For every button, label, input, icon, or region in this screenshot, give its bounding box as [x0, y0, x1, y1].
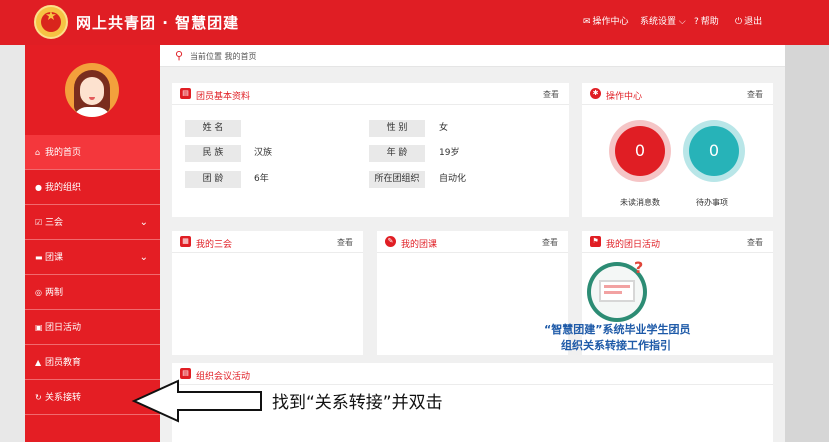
- youth-league-emblem-icon: ★: [34, 5, 68, 39]
- todo-widget[interactable]: 0: [683, 120, 745, 182]
- sidebar-item-label: 三会: [45, 218, 64, 228]
- left-arrow-annotation: [131, 379, 262, 423]
- group-icon: ●: [35, 183, 42, 192]
- three-meetings-header: ▦ 我的三会 查看: [172, 231, 363, 253]
- refresh-icon: ↻: [35, 393, 42, 402]
- instruction-annotation: 找到“关系转接”并双击: [272, 393, 443, 413]
- sidebar-item-label: 关系接转: [45, 393, 82, 403]
- sidebar-item-two-systems[interactable]: ◎ 两制: [25, 275, 160, 310]
- panel-title: 团员基本资料: [196, 92, 251, 102]
- sidebar-item-label: 两制: [45, 288, 64, 298]
- profile-view-link[interactable]: 查看: [543, 89, 559, 100]
- id-card-icon: ▤: [180, 88, 191, 99]
- unread-count: 0: [615, 126, 665, 176]
- field-label-league-age: 团 龄: [185, 171, 241, 188]
- pencil-icon: ✎: [385, 236, 396, 247]
- sidebar-item-label: 团日活动: [45, 323, 82, 333]
- field-value-league-age: 6年: [254, 174, 269, 184]
- app-title: 网上共青团 · 智慧团建: [76, 14, 240, 32]
- field-label-name: 姓 名: [185, 120, 241, 137]
- league-class-view-link[interactable]: 查看: [542, 237, 558, 248]
- sidebar-item-member-education[interactable]: ▲ 团员教育: [25, 345, 160, 380]
- panel-title: 我的团课: [401, 240, 438, 250]
- avatar[interactable]: [65, 63, 119, 117]
- league-day-view-link[interactable]: 查看: [747, 237, 763, 248]
- power-icon: ⏻: [735, 17, 743, 27]
- sidebar-item-league-day[interactable]: ▣ 团日活动: [25, 310, 160, 345]
- sidebar-item-label: 团员教育: [45, 358, 82, 368]
- panel-title: 我的团日活动: [606, 240, 661, 250]
- field-label-gender: 性 别: [369, 120, 425, 137]
- panel-title: 我的三会: [196, 240, 233, 250]
- calendar-icon: ▦: [180, 236, 191, 247]
- sidebar-item-league-class[interactable]: ▬ 团课 ⌄: [25, 240, 160, 275]
- three-meetings-panel: ▦ 我的三会 查看: [172, 231, 363, 355]
- ops-center-label: 操作中心: [592, 17, 629, 27]
- header-logout-link[interactable]: ⏻ 退出: [735, 16, 762, 28]
- flag-icon: ⚑: [590, 236, 601, 247]
- field-value-ethnicity: 汉族: [254, 148, 273, 158]
- sidebar-item-three-meetings[interactable]: ☑ 三会 ⌄: [25, 205, 160, 240]
- chevron-down-icon: ⌄: [139, 217, 148, 228]
- top-header: ★ 网上共青团 · 智慧团建 ✉ 操作中心 系统设置 ⌵ ? 帮助 ⏻ 退出: [0, 0, 829, 45]
- field-label-organization: 所在团组织: [369, 171, 425, 188]
- unread-messages-widget[interactable]: 0: [609, 120, 671, 182]
- league-class-header: ✎ 我的团课 查看: [377, 231, 568, 253]
- location-pin-icon: ⚲: [175, 49, 184, 62]
- panel-title: 操作中心: [606, 92, 643, 102]
- calendar-icon: ▣: [35, 323, 43, 332]
- sidebar-item-label: 我的组织: [45, 183, 82, 193]
- home-icon: ⌂: [35, 148, 41, 157]
- guide-title-line1: “智慧团建”系统毕业学生团员: [544, 323, 691, 336]
- folder-icon: ▬: [35, 253, 43, 262]
- question-mark-icon: ?: [634, 258, 644, 277]
- field-label-ethnicity: 民 族: [185, 145, 241, 162]
- profile-panel: ▤ 团员基本资料 查看 姓 名 性 别 女 民 族 汉族 年 龄 19岁 团 龄…: [172, 83, 569, 217]
- league-day-header: ⚑ 我的团日活动 查看: [582, 231, 773, 253]
- breadcrumb-text: 当前位置 我的首页: [190, 52, 257, 61]
- sidebar-item-my-organization[interactable]: ● 我的组织: [25, 170, 160, 205]
- header-help-link[interactable]: ? 帮助: [694, 16, 719, 28]
- sidebar-item-label: 团课: [45, 253, 64, 263]
- gear-icon: ✱: [590, 88, 601, 99]
- field-value-gender: 女: [439, 123, 449, 133]
- help-icon: ?: [694, 17, 699, 27]
- help-label: 帮助: [700, 17, 719, 27]
- league-class-panel: ✎ 我的团课 查看: [377, 231, 568, 355]
- header-ops-center-link[interactable]: ✉ 操作中心: [583, 16, 629, 28]
- sidebar-item-label: 我的首页: [45, 148, 82, 158]
- breadcrumb: ⚲ 当前位置 我的首页: [160, 45, 785, 67]
- todo-count: 0: [689, 126, 739, 176]
- field-label-age: 年 龄: [369, 145, 425, 162]
- envelope-icon: ✉: [583, 17, 591, 27]
- field-value-organization: 自动化: [439, 174, 467, 184]
- chevron-down-icon: ⌄: [139, 252, 148, 263]
- page-right-margin: [785, 45, 829, 442]
- guide-title-line2: 组织关系转接工作指引: [561, 339, 671, 352]
- field-value-age: 19岁: [439, 148, 460, 158]
- sidebar-menu: ⌂ 我的首页 ● 我的组织 ☑ 三会 ⌄ ▬ 团课 ⌄ ◎ 两制 ▣ 团日活动 ▲ 团员教育 …: [25, 135, 160, 415]
- chevron-down-icon: ⌵: [678, 17, 686, 27]
- logout-label: 退出: [744, 17, 763, 27]
- target-icon: ◎: [35, 288, 42, 297]
- sidebar-item-home[interactable]: ⌂ 我的首页: [25, 135, 160, 170]
- three-meetings-view-link[interactable]: 查看: [337, 237, 353, 248]
- graduation-cap-icon: ▲: [35, 358, 42, 367]
- todo-label: 待办事项: [696, 198, 728, 207]
- unread-label: 未读消息数: [620, 198, 660, 207]
- ops-panel-header: ✱ 操作中心 查看: [582, 83, 773, 105]
- checkbox-icon: ☑: [35, 218, 43, 227]
- ops-view-link[interactable]: 查看: [747, 89, 763, 100]
- system-settings-label: 系统设置: [640, 17, 677, 27]
- header-system-settings-menu[interactable]: 系统设置 ⌵: [640, 16, 688, 28]
- profile-panel-header: ▤ 团员基本资料 查看: [172, 83, 569, 105]
- ops-center-panel: ✱ 操作中心 查看 0 未读消息数 0 待办事项: [582, 83, 773, 217]
